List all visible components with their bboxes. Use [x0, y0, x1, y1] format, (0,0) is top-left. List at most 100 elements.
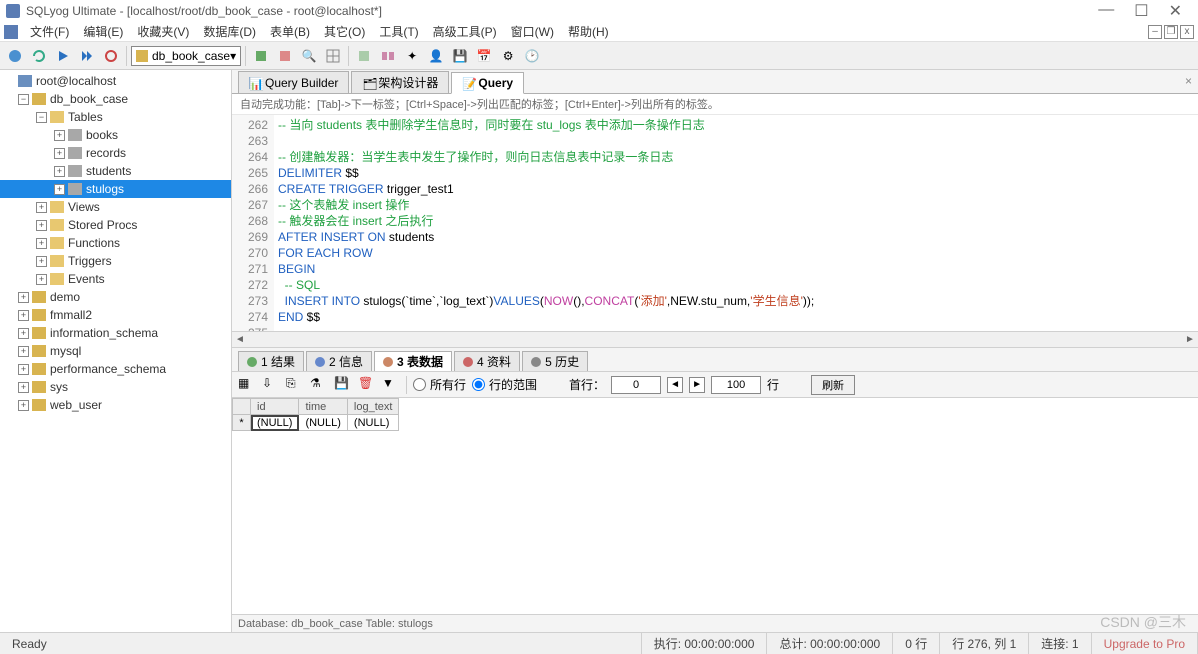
maximize-button[interactable]: ☐	[1134, 1, 1148, 21]
tree-folder-tables[interactable]: −Tables	[0, 108, 231, 126]
tree-db-web_user[interactable]: +web_user	[0, 396, 231, 414]
tree-folder-procs[interactable]: +Stored Procs	[0, 216, 231, 234]
grid-corner	[233, 399, 251, 415]
row-marker: *	[233, 415, 251, 431]
export-tool-icon[interactable]: ⇩	[262, 376, 280, 394]
tab-query[interactable]: 📝Query	[451, 72, 524, 94]
save-tool-icon[interactable]: 💾	[334, 376, 352, 394]
tab-query-builder[interactable]: 📊Query Builder	[238, 71, 349, 93]
rtab-tabledata[interactable]: 3 表数据	[374, 351, 452, 371]
tree-server[interactable]: root@localhost	[0, 72, 231, 90]
db-selector[interactable]: db_book_case▾	[131, 46, 241, 66]
window-title: SQLyog Ultimate - [localhost/root/db_boo…	[26, 4, 1098, 18]
col-id[interactable]: id	[251, 399, 299, 415]
refresh-icon[interactable]	[28, 45, 50, 67]
prev-page-button[interactable]: ◄	[667, 377, 683, 393]
menu-database[interactable]: 数据库(D)	[197, 22, 262, 41]
rtab-info[interactable]: 2 信息	[306, 351, 372, 371]
tree-db-information_schema[interactable]: +information_schema	[0, 324, 231, 342]
scroll-left-icon[interactable]: ◄	[232, 334, 248, 345]
mdi-restore-icon[interactable]: ❐	[1164, 25, 1178, 39]
row-count-input[interactable]	[711, 376, 761, 394]
cell-log_text[interactable]: (NULL)	[347, 415, 399, 431]
close-tab-icon[interactable]: ×	[1185, 74, 1192, 88]
filter-tool-icon[interactable]: ⚗	[310, 376, 328, 394]
tree-db-mysql[interactable]: +mysql	[0, 342, 231, 360]
line-gutter: 2622632642652662672682692702712722732742…	[232, 115, 274, 331]
backup-icon[interactable]: 💾	[449, 45, 471, 67]
users-icon[interactable]: 👤	[425, 45, 447, 67]
tree-db-sys[interactable]: +sys	[0, 378, 231, 396]
next-page-button[interactable]: ►	[689, 377, 705, 393]
copy-tool-icon[interactable]: ⎘	[286, 376, 304, 394]
data-grid[interactable]: id time log_text * (NULL) (NULL) (NULL)	[232, 397, 1198, 614]
cell-id[interactable]: (NULL)	[251, 415, 299, 431]
search-icon[interactable]: 🔍	[298, 45, 320, 67]
close-button[interactable]: ✕	[1169, 1, 1182, 21]
app-icon	[6, 4, 20, 18]
menu-tools[interactable]: 工具(T)	[373, 22, 424, 41]
menu-fav[interactable]: 收藏夹(V)	[131, 22, 195, 41]
statusbar: Ready 执行: 00:00:00:000 总计: 00:00:00:000 …	[0, 632, 1198, 654]
table-row[interactable]: * (NULL) (NULL) (NULL)	[233, 415, 399, 431]
menu-file[interactable]: 文件(F)	[24, 22, 75, 41]
delete-tool-icon[interactable]: 🗑	[358, 376, 376, 394]
tree-folder-triggers[interactable]: +Triggers	[0, 252, 231, 270]
top-tabs: 📊Query Builder 🗂架构设计器 📝Query ×	[232, 70, 1198, 94]
refresh-button[interactable]: 刷新	[811, 375, 855, 395]
tree-db-db_book_case[interactable]: −db_book_case	[0, 90, 231, 108]
tree-folder-functions[interactable]: +Functions	[0, 234, 231, 252]
object-tree[interactable]: root@localhost −db_book_case −Tables +bo…	[0, 70, 232, 632]
rtab-profile[interactable]: 4 资料	[454, 351, 520, 371]
tree-db-fmmall2[interactable]: +fmmall2	[0, 306, 231, 324]
grid-icon[interactable]	[322, 45, 344, 67]
wizard-icon[interactable]: ✦	[401, 45, 423, 67]
first-row-input[interactable]	[611, 376, 661, 394]
mdi-min-icon[interactable]: –	[1148, 25, 1162, 39]
rtab-result[interactable]: 1 结果	[238, 351, 304, 371]
tree-table-records[interactable]: +records	[0, 144, 231, 162]
minimize-button[interactable]: —	[1098, 1, 1114, 21]
new-connection-icon[interactable]	[4, 45, 26, 67]
radio-row-range[interactable]: 行的范围	[472, 376, 537, 393]
editor-hscroll[interactable]: ◄ ►	[232, 331, 1198, 347]
down-tool-icon[interactable]: ▼	[382, 376, 400, 394]
schedule-icon[interactable]: 📅	[473, 45, 495, 67]
menubar: 文件(F) 编辑(E) 收藏夹(V) 数据库(D) 表单(B) 其它(O) 工具…	[0, 22, 1198, 42]
tab-schema-designer[interactable]: 🗂架构设计器	[351, 71, 449, 93]
status-pos: 行 276, 列 1	[940, 633, 1029, 654]
execute-icon[interactable]	[52, 45, 74, 67]
tree-folder-views[interactable]: +Views	[0, 198, 231, 216]
history-icon[interactable]: 🕑	[521, 45, 543, 67]
settings-icon[interactable]: ⚙	[497, 45, 519, 67]
menu-other[interactable]: 其它(O)	[318, 22, 371, 41]
compare-icon[interactable]	[377, 45, 399, 67]
sql-editor[interactable]: 2622632642652662672682692702712722732742…	[232, 115, 1198, 331]
tool-icon-1[interactable]	[250, 45, 272, 67]
rtab-history[interactable]: 5 历史	[522, 351, 588, 371]
scroll-right-icon[interactable]: ►	[1182, 334, 1198, 345]
export-icon[interactable]	[353, 45, 375, 67]
code-area[interactable]: -- 当向 students 表中删除学生信息时，同时要在 stu_logs 表…	[274, 115, 1198, 331]
menu-advtools[interactable]: 高级工具(P)	[427, 22, 503, 41]
execute-all-icon[interactable]	[76, 45, 98, 67]
menu-window[interactable]: 窗口(W)	[505, 22, 560, 41]
result-tabs: 1 结果 2 信息 3 表数据 4 资料 5 历史	[232, 347, 1198, 371]
grid-tool-icon[interactable]: ▦	[238, 376, 256, 394]
stop-icon[interactable]	[100, 45, 122, 67]
tool-icon-2[interactable]	[274, 45, 296, 67]
menu-table[interactable]: 表单(B)	[264, 22, 316, 41]
cell-time[interactable]: (NULL)	[299, 415, 347, 431]
menu-edit[interactable]: 编辑(E)	[77, 22, 129, 41]
tree-table-books[interactable]: +books	[0, 126, 231, 144]
col-log_text[interactable]: log_text	[347, 399, 399, 415]
tree-table-stulogs[interactable]: +stulogs	[0, 180, 231, 198]
tree-folder-events[interactable]: +Events	[0, 270, 231, 288]
col-time[interactable]: time	[299, 399, 347, 415]
tree-db-performance_schema[interactable]: +performance_schema	[0, 360, 231, 378]
radio-all-rows[interactable]: 所有行	[413, 376, 466, 393]
mdi-close-icon[interactable]: x	[1180, 25, 1194, 39]
menu-help[interactable]: 帮助(H)	[562, 22, 615, 41]
tree-db-demo[interactable]: +demo	[0, 288, 231, 306]
tree-table-students[interactable]: +students	[0, 162, 231, 180]
